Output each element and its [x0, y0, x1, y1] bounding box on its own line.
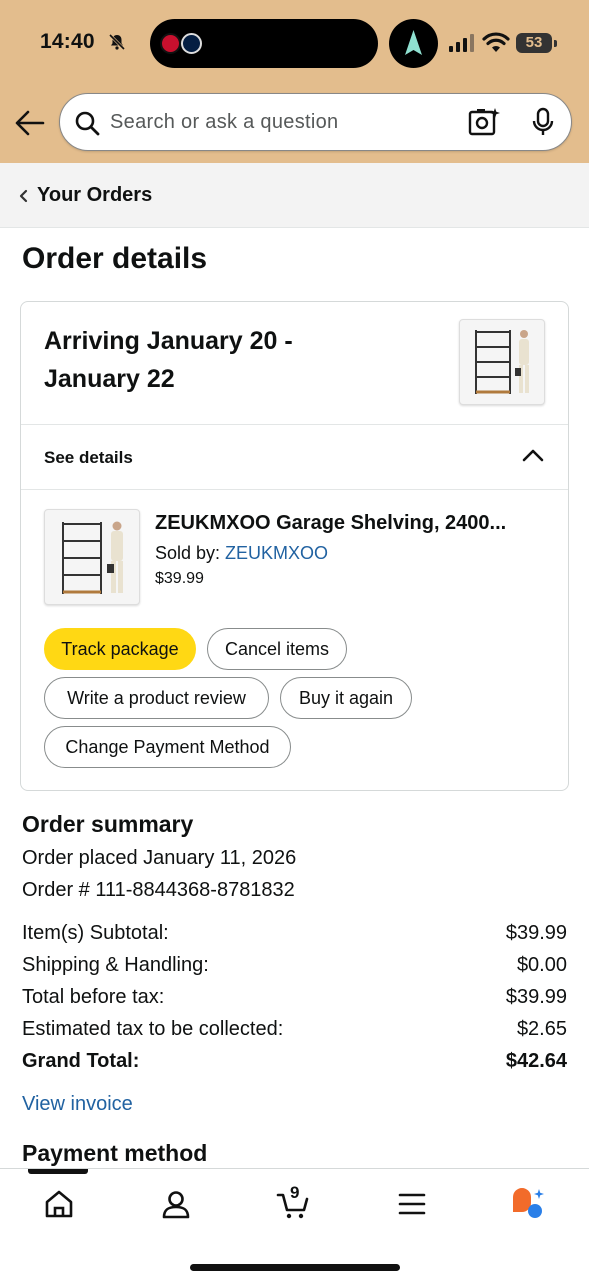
seller-link[interactable]: ZEUKMXOO: [225, 543, 328, 563]
grand-total-row: Grand Total: $42.64: [22, 1050, 567, 1080]
product-thumbnail[interactable]: [459, 319, 545, 405]
payment-method-heading: Payment method: [22, 1140, 208, 1166]
jets-logo-icon: [181, 33, 202, 54]
battery-indicator: 53: [516, 33, 557, 53]
view-invoice-link[interactable]: View invoice: [22, 1093, 133, 1116]
summary-row-value: $0.00: [516, 954, 567, 976]
status-time: 14:40: [40, 30, 95, 53]
cellular-signal-icon: [449, 34, 474, 52]
camera-search-icon[interactable]: [468, 107, 500, 137]
order-summary-heading: Order summary: [22, 811, 194, 837]
search-placeholder: Search or ask a question: [110, 111, 339, 133]
summary-row: Estimated tax to be collected: $2.65: [22, 1018, 567, 1048]
summary-row-label: Shipping & Handling:: [22, 954, 209, 976]
back-arrow-icon[interactable]: [14, 108, 46, 138]
item-title-link[interactable]: ZEUKMXOO Garage Shelving, 2400...: [155, 512, 555, 535]
divider: [21, 489, 568, 490]
grand-total-label: Grand Total:: [22, 1050, 140, 1072]
bottom-navigation: 9: [0, 1168, 589, 1280]
summary-row-label: Total before tax:: [22, 986, 165, 1008]
shipment-card: Arriving January 20 - January 22 See det…: [20, 301, 569, 791]
summary-row: Shipping & Handling: $0.00: [22, 954, 567, 984]
sold-by: Sold by: ZEUKMXOO: [155, 543, 328, 564]
grand-total-value: $42.64: [505, 1050, 567, 1072]
breadcrumb-your-orders[interactable]: Your Orders: [37, 184, 152, 207]
home-icon[interactable]: [42, 1187, 76, 1221]
order-number: Order # 111-8844368-8781832: [22, 879, 295, 901]
sold-by-label: Sold by:: [155, 543, 226, 563]
cart-count-badge: 9: [290, 1183, 300, 1202]
track-package-button[interactable]: Track package: [44, 628, 196, 670]
menu-icon[interactable]: [395, 1187, 429, 1221]
wifi-icon: [482, 32, 510, 52]
chevron-up-icon[interactable]: [521, 447, 545, 463]
summary-row-label: Item(s) Subtotal:: [22, 922, 169, 944]
divider: [21, 424, 568, 425]
buy-again-button[interactable]: Buy it again: [280, 677, 412, 719]
dynamic-island: [150, 19, 378, 68]
change-payment-button[interactable]: Change Payment Method: [44, 726, 291, 768]
cancel-items-button[interactable]: Cancel items: [207, 628, 347, 670]
see-details-toggle[interactable]: See details: [44, 448, 133, 468]
summary-row-label: Estimated tax to be collected:: [22, 1018, 284, 1040]
summary-row: Total before tax: $39.99: [22, 986, 567, 1016]
navigation-indicator-icon: [389, 19, 438, 68]
home-indicator: [190, 1264, 400, 1271]
summary-row-value: $39.99: [505, 986, 567, 1008]
silent-bell-icon: [108, 33, 126, 51]
summary-row: Item(s) Subtotal: $39.99: [22, 922, 567, 952]
breadcrumb[interactable]: Your Orders: [0, 163, 589, 228]
chevron-left-icon: [19, 189, 28, 203]
item-thumbnail[interactable]: [44, 509, 140, 605]
account-icon[interactable]: [159, 1187, 193, 1221]
item-price: $39.99: [155, 570, 204, 587]
order-placed-date: Order placed January 11, 2026: [22, 847, 297, 869]
active-tab-indicator: [28, 1169, 88, 1174]
summary-row-value: $39.99: [505, 922, 567, 944]
devils-logo-icon: [160, 33, 181, 54]
rufus-assistant-icon[interactable]: [510, 1187, 544, 1221]
microphone-icon[interactable]: [530, 107, 556, 137]
arrival-date: Arriving January 20 - January 22: [44, 327, 293, 393]
search-icon: [75, 111, 100, 136]
summary-row-value: $2.65: [516, 1018, 567, 1040]
app-header: 14:40 53 Search or ask a question: [0, 0, 589, 163]
write-review-button[interactable]: Write a product review: [44, 677, 269, 719]
page-title: Order details: [22, 242, 208, 275]
search-input[interactable]: Search or ask a question: [59, 93, 572, 151]
